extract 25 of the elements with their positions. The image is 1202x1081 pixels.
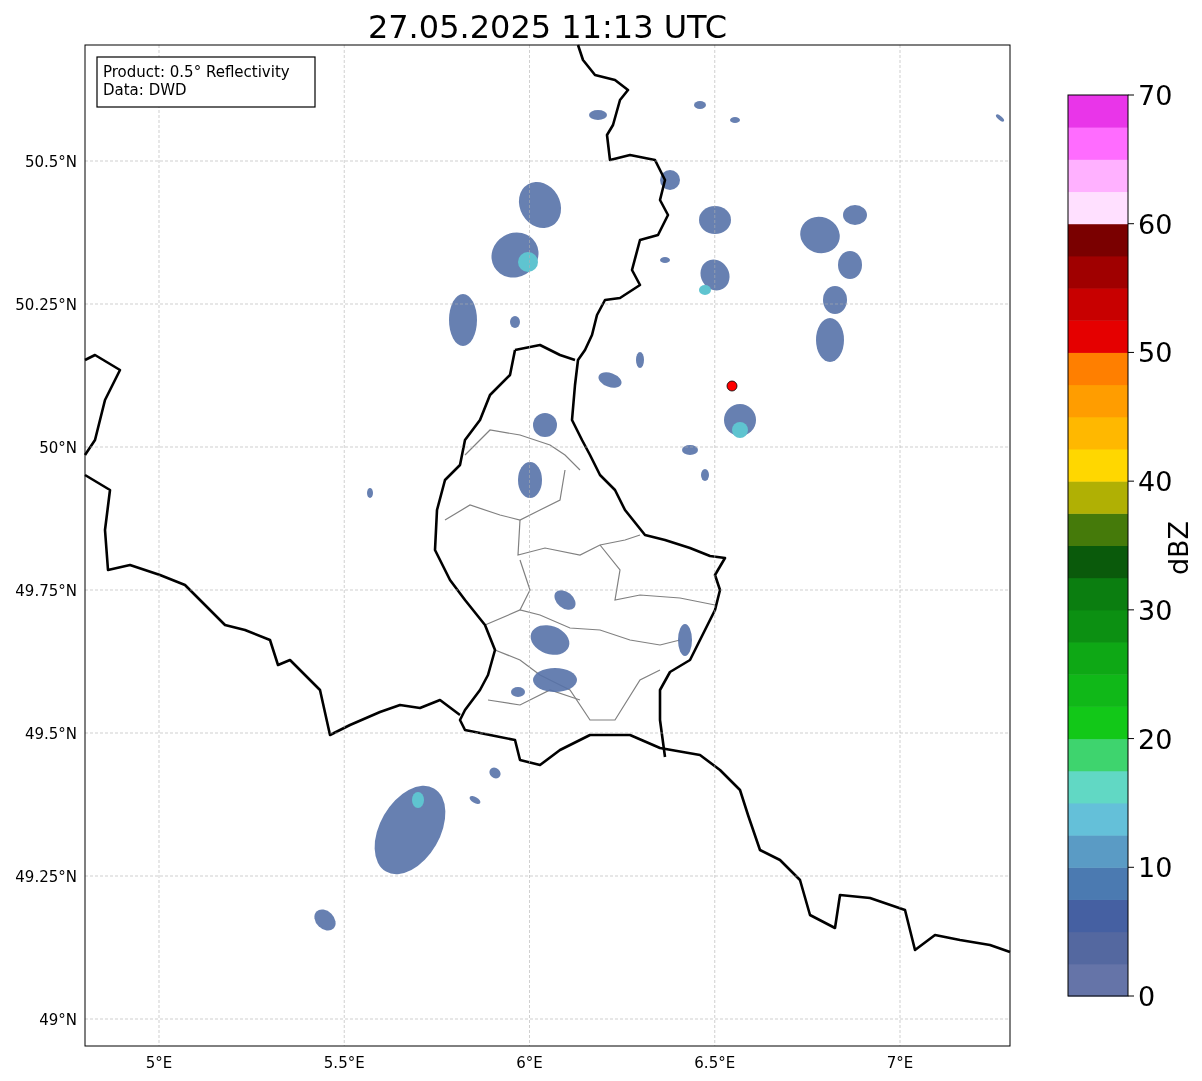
colorbar-tick-label: 20 bbox=[1138, 723, 1173, 755]
latitude-label: 49°N bbox=[39, 1011, 77, 1029]
chart-title: 27.05.2025 11:13 UTC bbox=[367, 8, 728, 46]
info-text: Product: 0.5° Reflectivity bbox=[103, 63, 290, 81]
latitude-label: 49.75°N bbox=[15, 582, 77, 600]
latitude-label: 50.25°N bbox=[15, 296, 77, 314]
longitude-label: 7°E bbox=[886, 1054, 914, 1072]
longitude-label: 5°E bbox=[145, 1054, 173, 1072]
latitude-label: 50.5°N bbox=[24, 153, 77, 171]
latitude-label: 49.5°N bbox=[24, 725, 77, 743]
longitude-label: 6°E bbox=[516, 1054, 543, 1072]
location-dot-icon bbox=[726, 380, 738, 392]
colorbar-tick-label: 50 bbox=[1138, 337, 1173, 369]
info-text: Data: DWD bbox=[103, 81, 187, 99]
longitude-label: 5.5°E bbox=[323, 1054, 365, 1072]
colorbar-tick-label: 60 bbox=[1138, 208, 1173, 240]
latitude-label: 49.25°N bbox=[15, 868, 77, 886]
colorbar-tick-label: 10 bbox=[1138, 852, 1173, 884]
colorbar-label: dBZ bbox=[1163, 520, 1194, 576]
colorbar-tick-label: 30 bbox=[1138, 594, 1173, 626]
longitude-label: 6.5°E bbox=[694, 1054, 736, 1072]
colorbar-tick-label: 0 bbox=[1138, 981, 1156, 1012]
colorbar-tick-label: 40 bbox=[1138, 466, 1173, 498]
colorbar-tick-label: 70 bbox=[1138, 80, 1173, 111]
latitude-label: 50°N bbox=[39, 439, 77, 457]
